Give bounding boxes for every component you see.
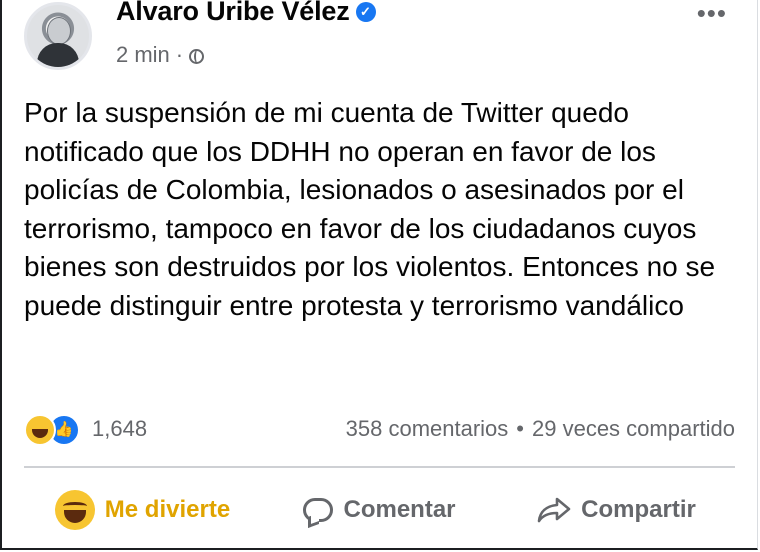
post-meta: 2 min · <box>116 42 205 68</box>
share-button[interactable]: Compartir <box>498 482 735 538</box>
reaction-icons[interactable]: 👍 <box>24 414 86 446</box>
engagement-counts: 358 comentarios • 29 veces compartido <box>346 416 735 442</box>
react-button[interactable]: Me divierte <box>24 482 261 538</box>
verified-badge-icon: ✓ <box>355 1 376 22</box>
comment-button[interactable]: Comentar <box>261 482 498 538</box>
haha-icon <box>24 414 56 446</box>
divider <box>24 466 735 468</box>
post-stats: 👍 1,648 358 comentarios • 29 veces compa… <box>24 408 735 448</box>
author-name[interactable]: Alvaro Uribe Vélez <box>116 0 350 27</box>
more-options-icon[interactable]: ••• <box>697 0 727 29</box>
globe-icon[interactable] <box>189 48 205 64</box>
react-button-label: Me divierte <box>104 496 231 523</box>
comment-icon <box>303 498 334 522</box>
share-button-label: Compartir <box>581 496 696 523</box>
comment-count[interactable]: 358 comentarios <box>346 416 509 442</box>
post-card: Alvaro Uribe Vélez ✓ 2 min · ••• Por la … <box>0 0 758 550</box>
stats-separator: • <box>516 416 524 441</box>
reaction-count[interactable]: 1,648 <box>92 416 147 442</box>
meta-separator: · <box>175 42 184 67</box>
avatar-suit <box>37 43 79 67</box>
comment-button-label: Comentar <box>343 496 456 523</box>
avatar[interactable] <box>24 2 92 70</box>
share-icon <box>537 497 571 523</box>
haha-icon <box>54 490 95 530</box>
post-header: Alvaro Uribe Vélez ✓ 2 min · ••• <box>24 0 757 80</box>
author-row: Alvaro Uribe Vélez ✓ <box>116 0 376 27</box>
avatar-face <box>47 17 71 45</box>
share-count[interactable]: 29 veces compartido <box>532 416 735 442</box>
action-bar: Me divierte Comentar Compartir <box>24 482 735 538</box>
post-text: Por la suspensión de mi cuenta de Twitte… <box>24 97 716 321</box>
post-time[interactable]: 2 min <box>116 42 170 68</box>
